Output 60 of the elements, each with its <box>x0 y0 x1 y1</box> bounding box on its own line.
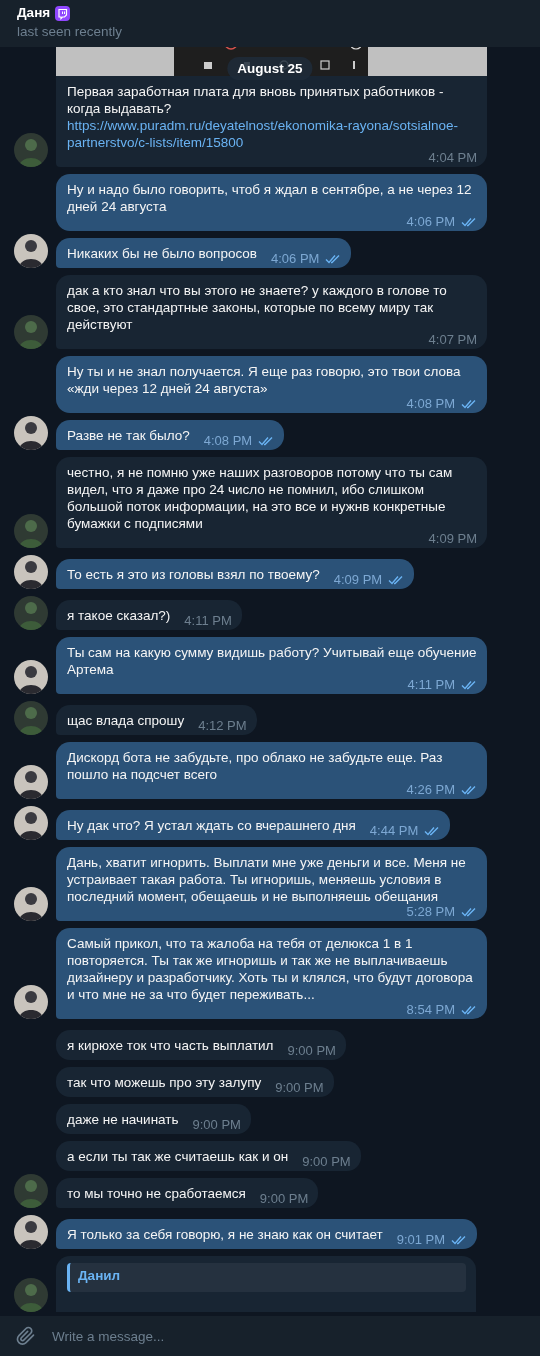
date-label: August 25 <box>227 57 313 80</box>
message-text: честно, я не помню уже наших разговоров потому что ты сам видел, что я даже про 24 число не помнил, ибо слишком большой поток информации, на это все и нужнв конкретные бумажки с подписями <box>67 464 454 532</box>
message-text: даже не начинать <box>67 1111 179 1128</box>
message-time: 5:28 PM <box>406 905 455 918</box>
message-time: 4:11 PM <box>184 614 232 627</box>
message-time: 4:08 PM <box>406 397 455 410</box>
message-time: 9:00 PM <box>192 1118 241 1131</box>
message-text: То есть я это из головы взял по твоему? <box>67 566 320 583</box>
message-time: 4:11 PM <box>407 678 455 691</box>
message-text: так что можешь про эту залупу <box>67 1074 262 1091</box>
message-time: 4:06 PM <box>271 252 320 265</box>
message-text: я такое сказал?) <box>67 607 171 624</box>
message-time: 9:00 PM <box>302 1155 351 1168</box>
message-text: дак а кто знал что вы этого не знаете? у каждого в голове то свое, это стандартные законы, которые по всему миру так действуют <box>67 282 448 333</box>
attach-button[interactable] <box>0 1316 52 1356</box>
badge-icon <box>55 5 71 21</box>
message-time: 9:01 PM <box>396 1233 446 1246</box>
message-text: Ты сам на какую сумму видишь работу? Учитывай еще обучение Артема <box>67 644 477 678</box>
message-text: Я только за себя говорю, я не знаю как он считает <box>67 1226 383 1243</box>
message-time: 4:26 PM <box>406 783 455 796</box>
paperclip-icon <box>16 1326 36 1346</box>
message-text: а если ты так же считаешь как и он <box>67 1148 289 1165</box>
message-text: Ну ты и не знал получается. Я еще раз говорю, это твои слова «жди через 12 дней 24 августа» <box>67 363 462 397</box>
message-time: 4:08 PM <box>203 434 253 447</box>
avatar[interactable] <box>14 660 48 694</box>
message-time: 4:44 PM <box>369 824 419 837</box>
message-time: 4:09 PM <box>428 532 477 545</box>
message-time: 4:07 PM <box>428 333 477 346</box>
avatar[interactable] <box>14 985 48 1019</box>
message-text: Ну и надо было говорить, чтоб я ждал в сентябре, а не через 12 дней 24 августа <box>67 181 473 215</box>
reply-quote[interactable]: Данил <box>67 1263 466 1292</box>
message-time: 8:54 PM <box>406 1003 455 1016</box>
message-text: Дискорд бота не забудьте, про облако не забудьте еще. Раз пошло на подсчет всего <box>67 749 444 783</box>
avatar[interactable] <box>14 416 48 450</box>
contact-name: Даня <box>17 4 51 22</box>
avatar[interactable] <box>14 234 48 268</box>
message-text: Дань, хватит игнорить. Выплати мне уже деньги и все. Меня не устраивает такая работа. Ты игноришь, меняешь условия в последний момент, обещаешь и не выполняешь обещания <box>67 854 467 905</box>
message-text: я кирюхе ток что часть выплатил <box>67 1037 274 1054</box>
message-time: 4:09 PM <box>333 573 383 586</box>
message-time: 9:00 PM <box>287 1044 336 1057</box>
message-text: Никаких бы не было вопросов <box>67 245 257 262</box>
message-time: 4:12 PM <box>198 719 247 732</box>
message-text: щас влада спрошу <box>67 712 185 729</box>
message-time: 9:00 PM <box>275 1081 324 1094</box>
avatar[interactable] <box>14 1215 48 1249</box>
message-text: Самый прикол, что та жалоба на тебя от делюкса 1 в 1 повторяется. Ты так же игноришь и так же не выплачиваешь дизайнеру и разработчику. Хоть ты и клялся, что будут договора и что мне не за что будет переживать... <box>67 935 474 1003</box>
message-time: 4:04 PM <box>428 151 477 164</box>
message-text: Разве не так было? <box>67 427 190 444</box>
message-time: 4:06 PM <box>406 215 455 228</box>
message-text: Ну дак что? Я устал ждать со вчерашнего дня <box>67 817 356 834</box>
avatar[interactable] <box>14 806 48 840</box>
last-seen-status: last seen recently <box>17 23 124 41</box>
message-time: 9:00 PM <box>259 1192 309 1205</box>
message-text: то мы точно не сработаемся <box>67 1185 246 1202</box>
message-text: Первая заработная плата для вновь принятых работников - когда выдавать? <box>67 83 445 117</box>
avatar[interactable] <box>14 765 48 799</box>
avatar[interactable] <box>14 555 48 589</box>
avatar[interactable] <box>14 887 48 921</box>
link[interactable]: https://www.puradm.ru/deyatelnost/ekonomika-rayona/sotsialnoe-partnerstvo/c-lists/item/15800 <box>67 117 477 151</box>
message-input[interactable]: Write a message... <box>52 1316 540 1356</box>
